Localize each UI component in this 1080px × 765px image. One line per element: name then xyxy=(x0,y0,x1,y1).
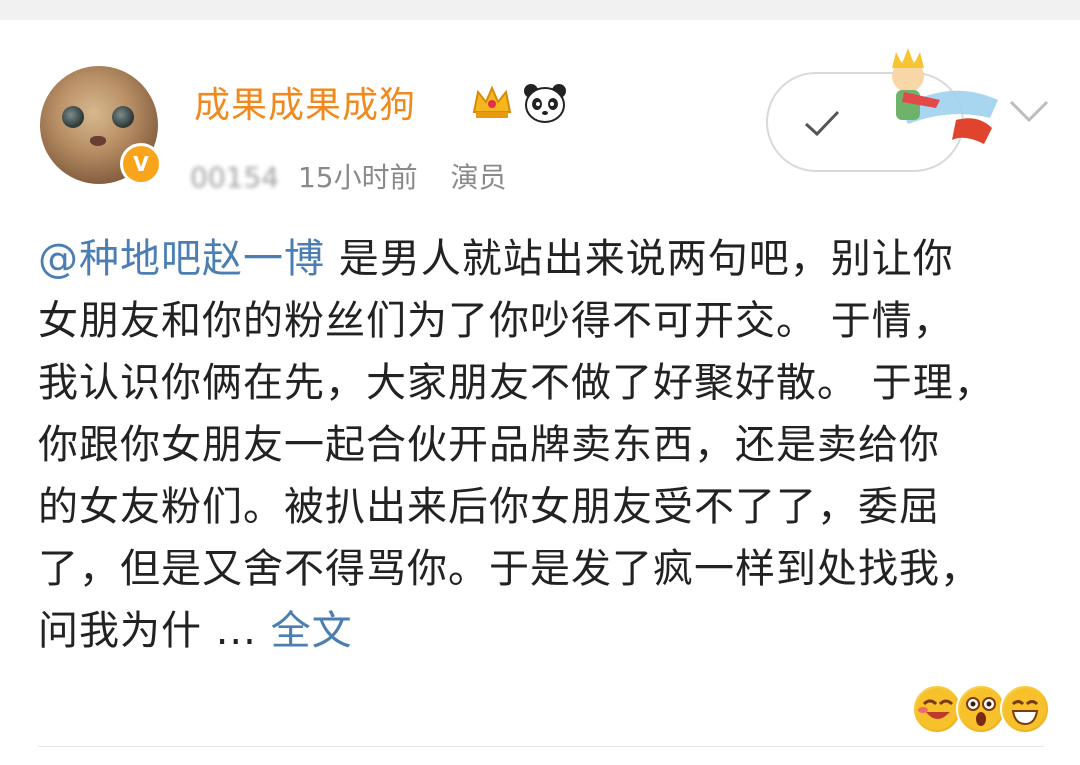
laugh-emoji-icon xyxy=(912,684,962,734)
post-line: 问我为什 ... xyxy=(38,608,271,654)
post-time: 15小时前 xyxy=(297,161,418,194)
crown-icon xyxy=(472,85,512,118)
avatar-nose xyxy=(90,136,106,146)
read-more-link[interactable]: 全文 xyxy=(271,608,353,654)
divider xyxy=(38,746,1044,747)
post-line: 女朋友和你的粉丝们为了你吵得不可开交。 于情， xyxy=(38,298,954,344)
meta-blurred-id: 00154 xyxy=(190,161,280,194)
post-line: 是男人就站出来说两句吧，别让你 xyxy=(325,236,954,282)
username[interactable]: 成果成果成狗 xyxy=(194,76,416,128)
avatar-eye-left xyxy=(62,106,84,128)
post-meta: 00154 15小时前 演员 xyxy=(190,156,507,196)
post-body: @种地吧赵一博 是男人就站出来说两句吧，别让你 女朋友和你的粉丝们为了你吵得不可… xyxy=(38,228,1048,662)
prince-icon xyxy=(892,48,998,144)
avatar-eye-right xyxy=(112,106,134,128)
mention-link[interactable]: @种地吧赵一博 xyxy=(38,236,325,282)
post-line: 的女友粉们。被扒出来后你女朋友受不了了，委屈 xyxy=(38,484,940,530)
post-line: 你跟你女朋友一起合伙开品牌卖东西，还是卖给你 xyxy=(38,422,940,468)
top-strip xyxy=(0,0,1080,20)
panda-icon xyxy=(524,84,566,123)
reaction-summary[interactable] xyxy=(912,684,1050,734)
verified-badge: V xyxy=(120,143,162,185)
post-line: 了，但是又舍不得骂你。于是发了疯一样到处找我， xyxy=(38,546,981,592)
check-icon xyxy=(804,110,840,137)
user-role: 演员 xyxy=(450,161,507,194)
chevron-down-icon[interactable] xyxy=(1008,98,1050,124)
post-line: 我认识你俩在先，大家朋友不做了好聚好散。 于理， xyxy=(38,360,995,406)
weibo-post-card: V 成果成果成狗 00154 15小时前 演员 @种地吧赵一博 是男人就站出来说… xyxy=(0,20,1080,765)
grin-emoji-icon xyxy=(1000,684,1050,734)
shocked-emoji-icon xyxy=(956,684,1006,734)
